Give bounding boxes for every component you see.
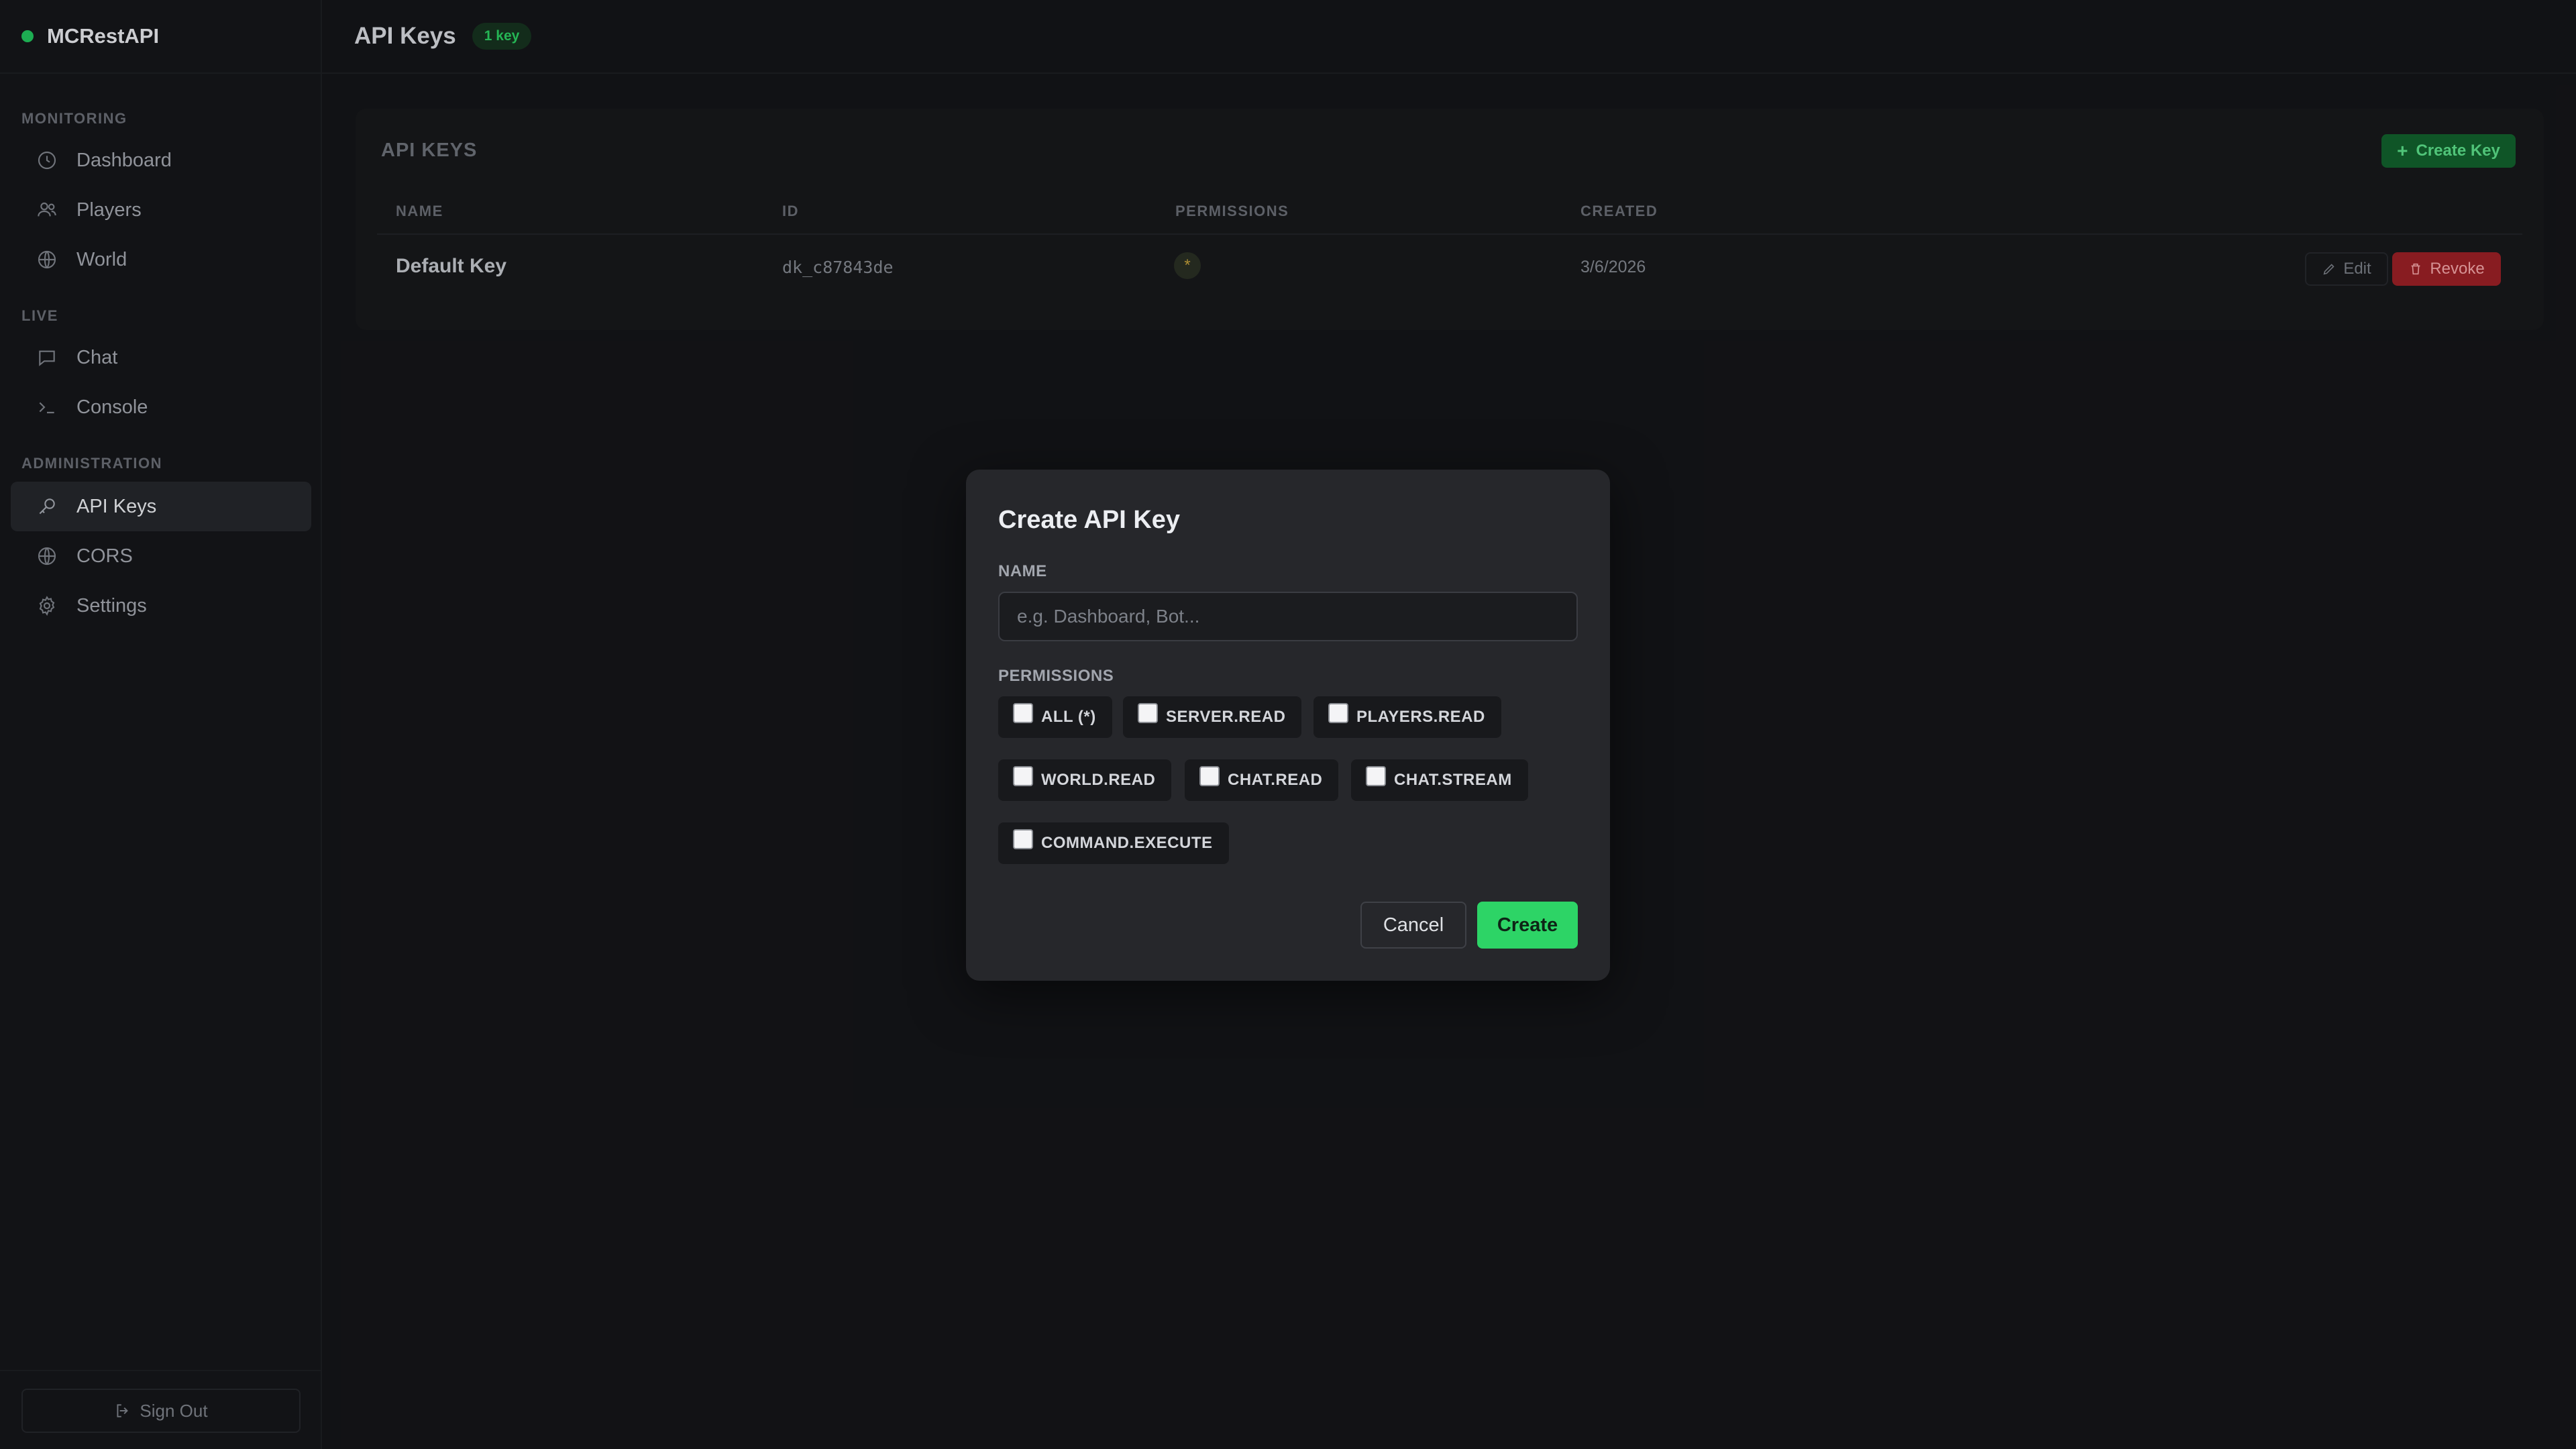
permission-label: SERVER.READ	[1166, 708, 1286, 726]
permission-label: WORLD.READ	[1041, 771, 1156, 789]
checkbox[interactable]	[1013, 703, 1033, 723]
permission-option-all[interactable]: ALL (*)	[998, 696, 1112, 738]
checkbox[interactable]	[1328, 703, 1348, 723]
permission-label: CHAT.STREAM	[1394, 771, 1512, 789]
checkbox[interactable]	[1013, 766, 1033, 786]
checkbox[interactable]	[1138, 703, 1158, 723]
permission-option-server-read[interactable]: SERVER.READ	[1123, 696, 1302, 738]
create-api-key-dialog: Create API Key NAME PERMISSIONS ALL (*) …	[966, 470, 1610, 981]
permission-option-world-read[interactable]: WORLD.READ	[998, 759, 1172, 801]
permission-option-chat-read[interactable]: CHAT.READ	[1185, 759, 1339, 801]
permission-option-chat-stream[interactable]: CHAT.STREAM	[1351, 759, 1528, 801]
permission-label: PLAYERS.READ	[1356, 708, 1485, 726]
checkbox[interactable]	[1013, 829, 1033, 849]
permission-label: COMMAND.EXECUTE	[1041, 834, 1213, 852]
checkbox[interactable]	[1366, 766, 1386, 786]
name-input[interactable]	[998, 592, 1578, 641]
cancel-button[interactable]: Cancel	[1360, 902, 1466, 949]
permission-option-players-read[interactable]: PLAYERS.READ	[1313, 696, 1501, 738]
permission-option-command-execute[interactable]: COMMAND.EXECUTE	[998, 822, 1229, 864]
permission-label: CHAT.READ	[1228, 771, 1323, 789]
dialog-title: Create API Key	[998, 506, 1181, 534]
checkbox[interactable]	[1199, 766, 1220, 786]
app-root: MCRestAPI MONITORING Dashboard Players W…	[0, 0, 2576, 1449]
name-label: NAME	[998, 562, 1047, 580]
permission-label: ALL (*)	[1041, 708, 1096, 726]
create-button[interactable]: Create	[1477, 902, 1578, 949]
permissions-label: PERMISSIONS	[998, 667, 1114, 685]
